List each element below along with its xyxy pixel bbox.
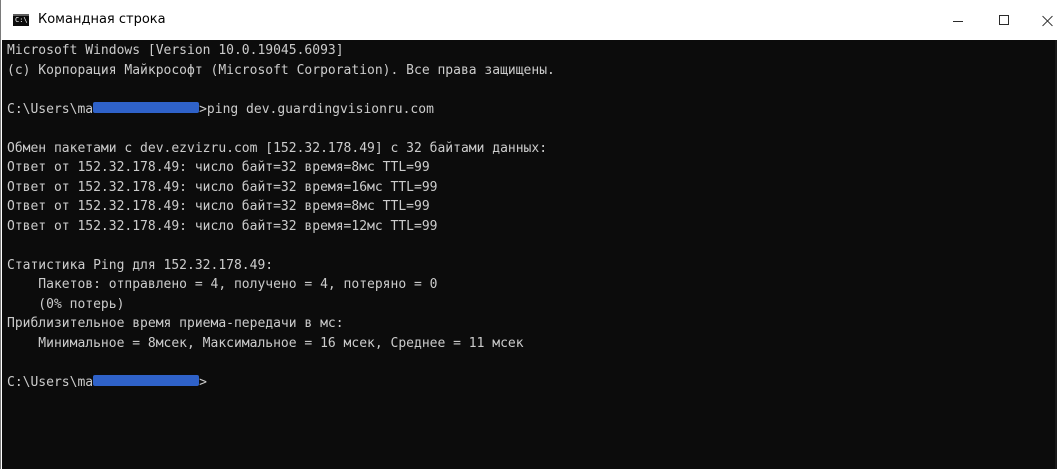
console-line: Минимальное = 8мсек, Максимальное = 16 м… bbox=[7, 335, 524, 351]
console-line: Ответ от 152.32.178.49: число байт=32 вр… bbox=[7, 218, 438, 234]
console-line: (c) Корпорация Майкрософт (Microsoft Cor… bbox=[7, 62, 555, 78]
console-lines: Microsoft Windows [Version 10.0.19045.60… bbox=[7, 41, 555, 392]
console-line: C:\Users\mа > bbox=[7, 373, 555, 393]
console-output-area[interactable]: Microsoft Windows [Version 10.0.19045.60… bbox=[2, 40, 1057, 469]
window-title: Командная строка bbox=[38, 12, 166, 27]
redacted-username bbox=[93, 102, 200, 113]
close-icon bbox=[1042, 15, 1053, 26]
console-line: Ответ от 152.32.178.49: число байт=32 вр… bbox=[7, 179, 438, 195]
cmd-icon-label: C:\ bbox=[15, 16, 28, 24]
maximize-icon bbox=[999, 15, 1009, 25]
console-line: Обмен пакетами с dev.ezvizru.com [152.32… bbox=[7, 140, 548, 156]
redacted-username bbox=[93, 375, 200, 386]
title-bar[interactable]: C:\ Командная строка bbox=[1, 0, 1057, 40]
console-line: Microsoft Windows [Version 10.0.19045.60… bbox=[7, 43, 344, 58]
console-line: Пакетов: отправлено = 4, получено = 4, п… bbox=[7, 277, 438, 292]
console-line: Приблизительное время приема-передачи в … bbox=[7, 316, 344, 331]
console-line: (0% потерь) bbox=[7, 296, 125, 312]
console-line: Ответ от 152.32.178.49: число байт=32 вр… bbox=[7, 199, 430, 214]
cmd-window: C:\ Командная строка Microsoft Windows [… bbox=[0, 0, 1057, 469]
prompt-command: >ping dev.guardingvisionru.com bbox=[199, 101, 434, 117]
prompt-path: C:\Users\mа bbox=[7, 374, 94, 390]
maximize-button[interactable] bbox=[981, 0, 1027, 40]
cmd-console-icon: C:\ bbox=[13, 14, 29, 26]
console-line: Ответ от 152.32.178.49: число байт=32 вр… bbox=[7, 160, 430, 175]
prompt-command: > bbox=[199, 374, 207, 390]
console-line: C:\Users\mа >ping dev.guardingvisionru.co… bbox=[7, 100, 555, 120]
minimize-button[interactable] bbox=[935, 0, 981, 40]
console-line: Статистика Ping для 152.32.178.49: bbox=[7, 257, 274, 273]
minimize-icon bbox=[953, 20, 963, 22]
prompt-path: C:\Users\mа bbox=[7, 101, 94, 117]
close-button[interactable] bbox=[1027, 0, 1057, 40]
